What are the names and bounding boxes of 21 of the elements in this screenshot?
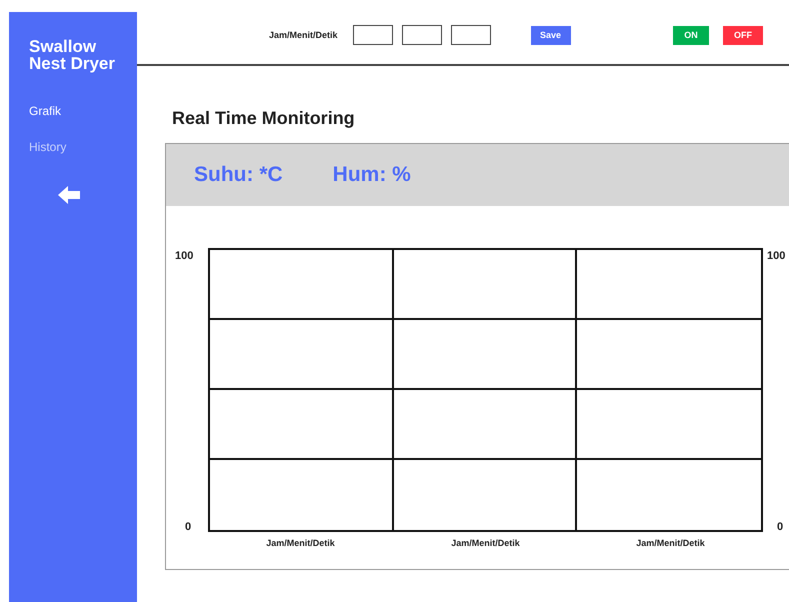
axis-label: Jam/Menit/Detik [451,538,520,548]
on-button[interactable]: ON [673,26,709,44]
time-input-field[interactable] [402,25,442,45]
back-arrow-icon[interactable] [58,186,80,204]
axis-label: 0 [776,521,784,533]
axis-label: Jam/Menit/Detik [636,538,705,548]
time-input-field[interactable] [450,25,491,45]
page-title: Real Time Monitoring [172,108,356,129]
time-input-field[interactable] [352,25,393,45]
sidebar-item[interactable]: History [29,140,66,154]
reading-label: Hum: % [332,163,411,187]
axis-label: 100 [175,250,194,262]
app-title: Swallow Nest Dryer [29,38,116,72]
sidebar-item[interactable]: Grafik [29,104,62,118]
axis-label: Jam/Menit/Detik [266,538,335,548]
axis-label: 100 [767,250,786,262]
time-label: Jam/Menit/Detik [269,30,338,40]
reading-label: Suhu: *C [194,163,283,187]
save-button[interactable]: Save [530,26,571,44]
off-button[interactable]: OFF [723,26,763,44]
axis-label: 0 [184,521,192,533]
